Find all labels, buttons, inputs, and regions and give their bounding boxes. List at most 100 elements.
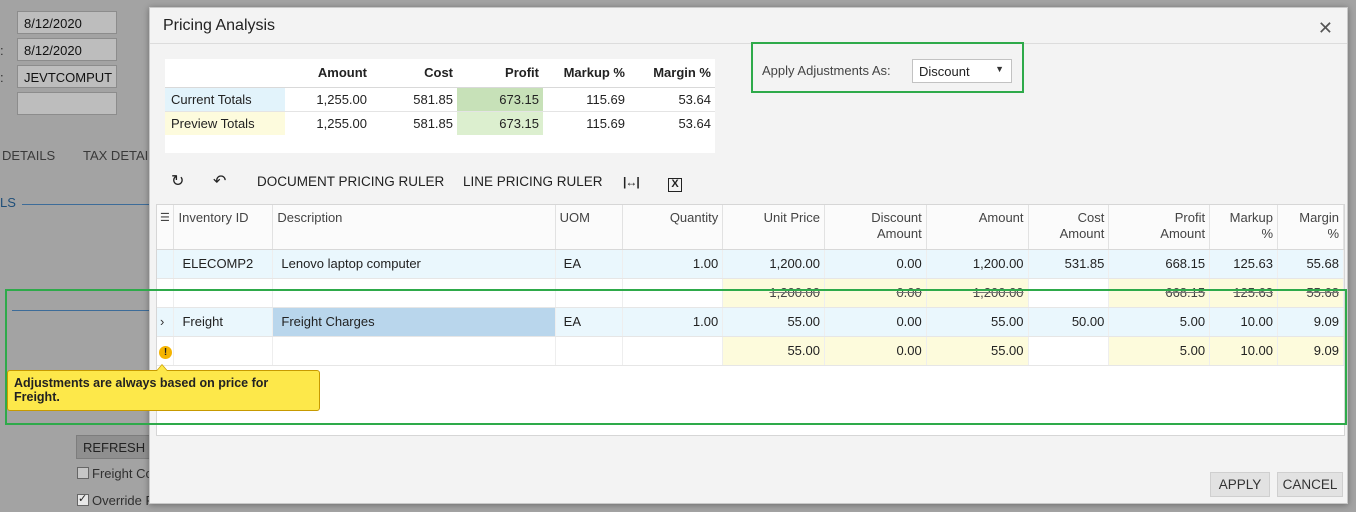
col-uom[interactable]: UOM <box>555 205 624 250</box>
freight-checkbox <box>77 467 89 479</box>
col-discount-amount[interactable]: Discount Amount <box>824 205 927 250</box>
preview-unit-price: 55.00 <box>722 336 825 366</box>
cell-description[interactable]: Freight Charges <box>272 307 556 337</box>
freight-checkbox-label: Freight Co <box>92 466 153 481</box>
cell-inventory-id[interactable]: Freight <box>173 307 274 337</box>
cell-profit-amount[interactable]: 668.15 <box>1108 249 1211 279</box>
export-excel-icon[interactable]: X <box>668 175 682 192</box>
col-description[interactable]: Description <box>272 205 556 250</box>
totals-table: Amount Cost Profit Markup % Margin % Cur… <box>165 59 715 153</box>
preview-unit-price: 1,200.00 <box>722 278 825 308</box>
totals-cell: 673.15 <box>457 87 543 112</box>
title-divider <box>150 43 1347 44</box>
preview-value: 55.68 <box>1306 285 1339 300</box>
totals-cell: 581.85 <box>413 115 453 131</box>
cell-cost-amount[interactable]: 50.00 <box>1028 307 1110 337</box>
preview-row: 1,200.00 0.00 1,200.00 668.15 125.63 55.… <box>157 278 1344 308</box>
chevron-down-icon: ▼ <box>995 64 1004 74</box>
cell-inventory-id[interactable]: ELECOMP2 <box>173 249 274 279</box>
apply-adjustments-label: Apply Adjustments As: <box>762 63 891 78</box>
cell-markup[interactable]: 125.63 <box>1209 249 1279 279</box>
cell-discount-amount[interactable]: 0.00 <box>824 249 927 279</box>
totals-cell: 115.69 <box>543 87 629 112</box>
header-line: Profit <box>1174 210 1206 225</box>
section-divider <box>12 310 152 311</box>
header-line: Amount <box>1059 226 1105 241</box>
close-icon[interactable]: ✕ <box>1318 18 1333 39</box>
row-selector-header[interactable]: ☰ <box>157 205 175 250</box>
header-line: Margin <box>1299 210 1339 225</box>
cell-quantity[interactable]: 1.00 <box>622 307 724 337</box>
section-divider <box>22 204 150 205</box>
totals-cell: 1,255.00 <box>285 87 371 112</box>
totals-row-preview: Preview Totals 1,255.00 581.85 673.15 11… <box>165 111 715 135</box>
cell-quantity[interactable]: 1.00 <box>622 249 724 279</box>
dialog-title: Pricing Analysis <box>163 17 276 34</box>
cell-unit-price[interactable]: 55.00 <box>722 307 825 337</box>
totals-header-cost: Cost <box>371 59 457 88</box>
preview-empty <box>622 336 724 366</box>
table-row[interactable]: ELECOMP2 Lenovo laptop computer EA 1.00 … <box>157 249 1344 279</box>
cell-unit-price[interactable]: 1,200.00 <box>722 249 825 279</box>
cell-uom[interactable]: EA <box>555 249 624 279</box>
totals-cell: 1,255.00 <box>316 115 367 131</box>
col-markup[interactable]: Markup% <box>1209 205 1279 250</box>
col-inventory-id[interactable]: Inventory ID <box>173 205 274 250</box>
col-cost-amount[interactable]: Cost Amount <box>1028 205 1110 250</box>
header-line: % <box>1327 226 1339 241</box>
preview-margin: 9.09 <box>1277 336 1344 366</box>
warning-icon[interactable]: ! <box>159 345 172 359</box>
fit-columns-icon[interactable]: |↔| <box>623 175 640 189</box>
totals-header-margin: Margin % <box>629 59 715 88</box>
cell-profit-amount[interactable]: 5.00 <box>1108 307 1211 337</box>
cell-amount[interactable]: 55.00 <box>926 307 1029 337</box>
preview-value: 1,200.00 <box>769 285 820 300</box>
cell-markup[interactable]: 10.00 <box>1209 307 1279 337</box>
undo-icon[interactable]: ↶ <box>213 171 226 191</box>
col-profit-amount[interactable]: Profit Amount <box>1108 205 1211 250</box>
document-pricing-ruler-button[interactable]: DOCUMENT PRICING RULER <box>257 174 444 189</box>
cell-amount[interactable]: 1,200.00 <box>926 249 1029 279</box>
totals-cell: 115.69 <box>586 115 625 131</box>
override-checkbox <box>77 492 89 506</box>
chevron-right-icon: › <box>160 314 165 329</box>
preview-amount: 55.00 <box>926 336 1029 366</box>
refresh-icon[interactable]: ↻ <box>171 171 184 191</box>
preview-value: 668.15 <box>1165 285 1206 300</box>
preview-empty <box>173 336 274 366</box>
header-line: % <box>1261 226 1274 241</box>
preview-amount: 1,200.00 <box>926 278 1029 308</box>
totals-header-profit: Profit <box>457 59 543 88</box>
totals-cell: 53.64 <box>678 115 711 131</box>
row-selector: ! <box>157 336 175 366</box>
apply-adjustments-select[interactable]: Discount ▼ <box>912 59 1012 83</box>
table-row[interactable]: › Freight Freight Charges EA 1.00 55.00 … <box>157 307 1344 337</box>
preview-empty <box>1028 278 1110 308</box>
col-margin[interactable]: Margin% <box>1277 205 1344 250</box>
cancel-button[interactable]: CANCEL <box>1277 472 1343 497</box>
cell-discount-amount[interactable]: 0.00 <box>824 307 927 337</box>
cell-cost-amount[interactable]: 531.85 <box>1028 249 1110 279</box>
cell-margin[interactable]: 9.09 <box>1277 307 1344 337</box>
cell-uom[interactable]: EA <box>555 307 624 337</box>
totals-cell: 581.85 <box>371 87 457 112</box>
col-quantity[interactable]: Quantity <box>622 205 724 250</box>
col-amount[interactable]: Amount <box>926 205 1029 250</box>
row-selector[interactable] <box>157 249 175 279</box>
section-link: LS <box>0 195 16 210</box>
preview-empty <box>272 336 556 366</box>
preview-row: ! 55.00 0.00 55.00 5.00 10.00 9.09 <box>157 336 1344 366</box>
totals-header-markup: Markup % <box>543 59 629 88</box>
preview-empty <box>622 278 724 308</box>
tab-details: DETAILS <box>2 148 56 163</box>
line-pricing-ruler-button[interactable]: LINE PRICING RULER <box>463 174 603 189</box>
preview-empty <box>272 278 556 308</box>
row-selector[interactable]: › <box>157 307 175 337</box>
preview-empty <box>1028 336 1110 366</box>
cell-margin[interactable]: 55.68 <box>1277 249 1344 279</box>
tab-tax-details: TAX DETAI <box>83 148 149 163</box>
col-unit-price[interactable]: Unit Price <box>722 205 825 250</box>
date-field: 8/12/2020 <box>17 11 117 34</box>
apply-button[interactable]: APPLY <box>1210 472 1270 497</box>
cell-description[interactable]: Lenovo laptop computer <box>272 249 556 279</box>
